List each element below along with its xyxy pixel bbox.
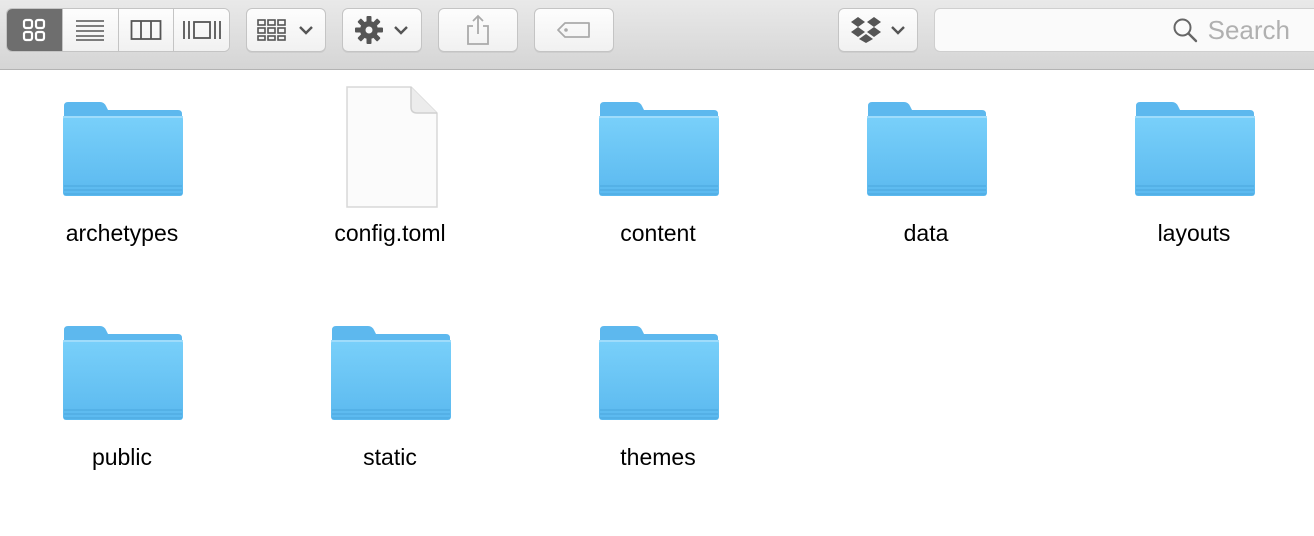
folder-icon (22, 294, 222, 434)
chevron-down-icon (891, 26, 905, 35)
folder-icon (558, 294, 758, 434)
chevron-down-icon (299, 26, 313, 35)
list-view-button[interactable] (62, 9, 119, 51)
file-item[interactable]: config.toml (290, 70, 490, 247)
document-icon (290, 70, 490, 210)
folder-icon (1094, 70, 1294, 210)
share-icon (467, 14, 489, 45)
share-button[interactable] (438, 8, 518, 52)
search-icon (1173, 18, 1197, 43)
icon-view-button[interactable] (7, 9, 63, 51)
item-label: static (363, 444, 417, 470)
coverflow-view-icon (182, 21, 221, 39)
folder-item[interactable]: content (558, 70, 758, 247)
arrange-button[interactable] (246, 8, 326, 52)
folder-item[interactable]: static (290, 294, 490, 471)
finder-toolbar: Search (0, 0, 1314, 70)
search-placeholder: Search (1207, 14, 1290, 45)
folder-item[interactable]: themes (558, 294, 758, 471)
item-label: themes (620, 444, 696, 470)
folder-icon (826, 70, 1026, 210)
arrange-grid-icon (257, 19, 286, 41)
icon-view-icon (23, 18, 46, 42)
item-label: public (91, 444, 153, 470)
folder-item[interactable]: archetypes (22, 70, 222, 247)
dropbox-button[interactable] (838, 8, 918, 52)
search-field[interactable]: Search (934, 8, 1314, 52)
action-button[interactable] (342, 8, 422, 52)
item-label: data (903, 220, 949, 246)
coverflow-view-button[interactable] (174, 9, 229, 51)
column-view-button[interactable] (118, 9, 175, 51)
folder-item[interactable]: public (22, 294, 222, 471)
item-label: layouts (1157, 220, 1231, 246)
column-view-icon (130, 20, 162, 40)
folder-item[interactable]: data (826, 70, 1026, 247)
view-mode-segmented-control (6, 8, 230, 52)
chevron-down-icon (394, 26, 408, 35)
item-label: content (620, 220, 696, 246)
folder-item[interactable]: layouts (1094, 70, 1294, 247)
item-label: archetypes (65, 220, 179, 246)
tag-icon (557, 22, 590, 38)
item-label: config.toml (334, 220, 446, 246)
file-icon-grid: archetypes config.toml content data layo… (0, 70, 1314, 536)
gear-icon (355, 16, 383, 44)
folder-icon (558, 70, 758, 210)
dropbox-icon (851, 17, 881, 43)
tag-button[interactable] (534, 8, 614, 52)
list-view-icon (76, 20, 105, 41)
folder-icon (22, 70, 222, 210)
folder-icon (290, 294, 490, 434)
